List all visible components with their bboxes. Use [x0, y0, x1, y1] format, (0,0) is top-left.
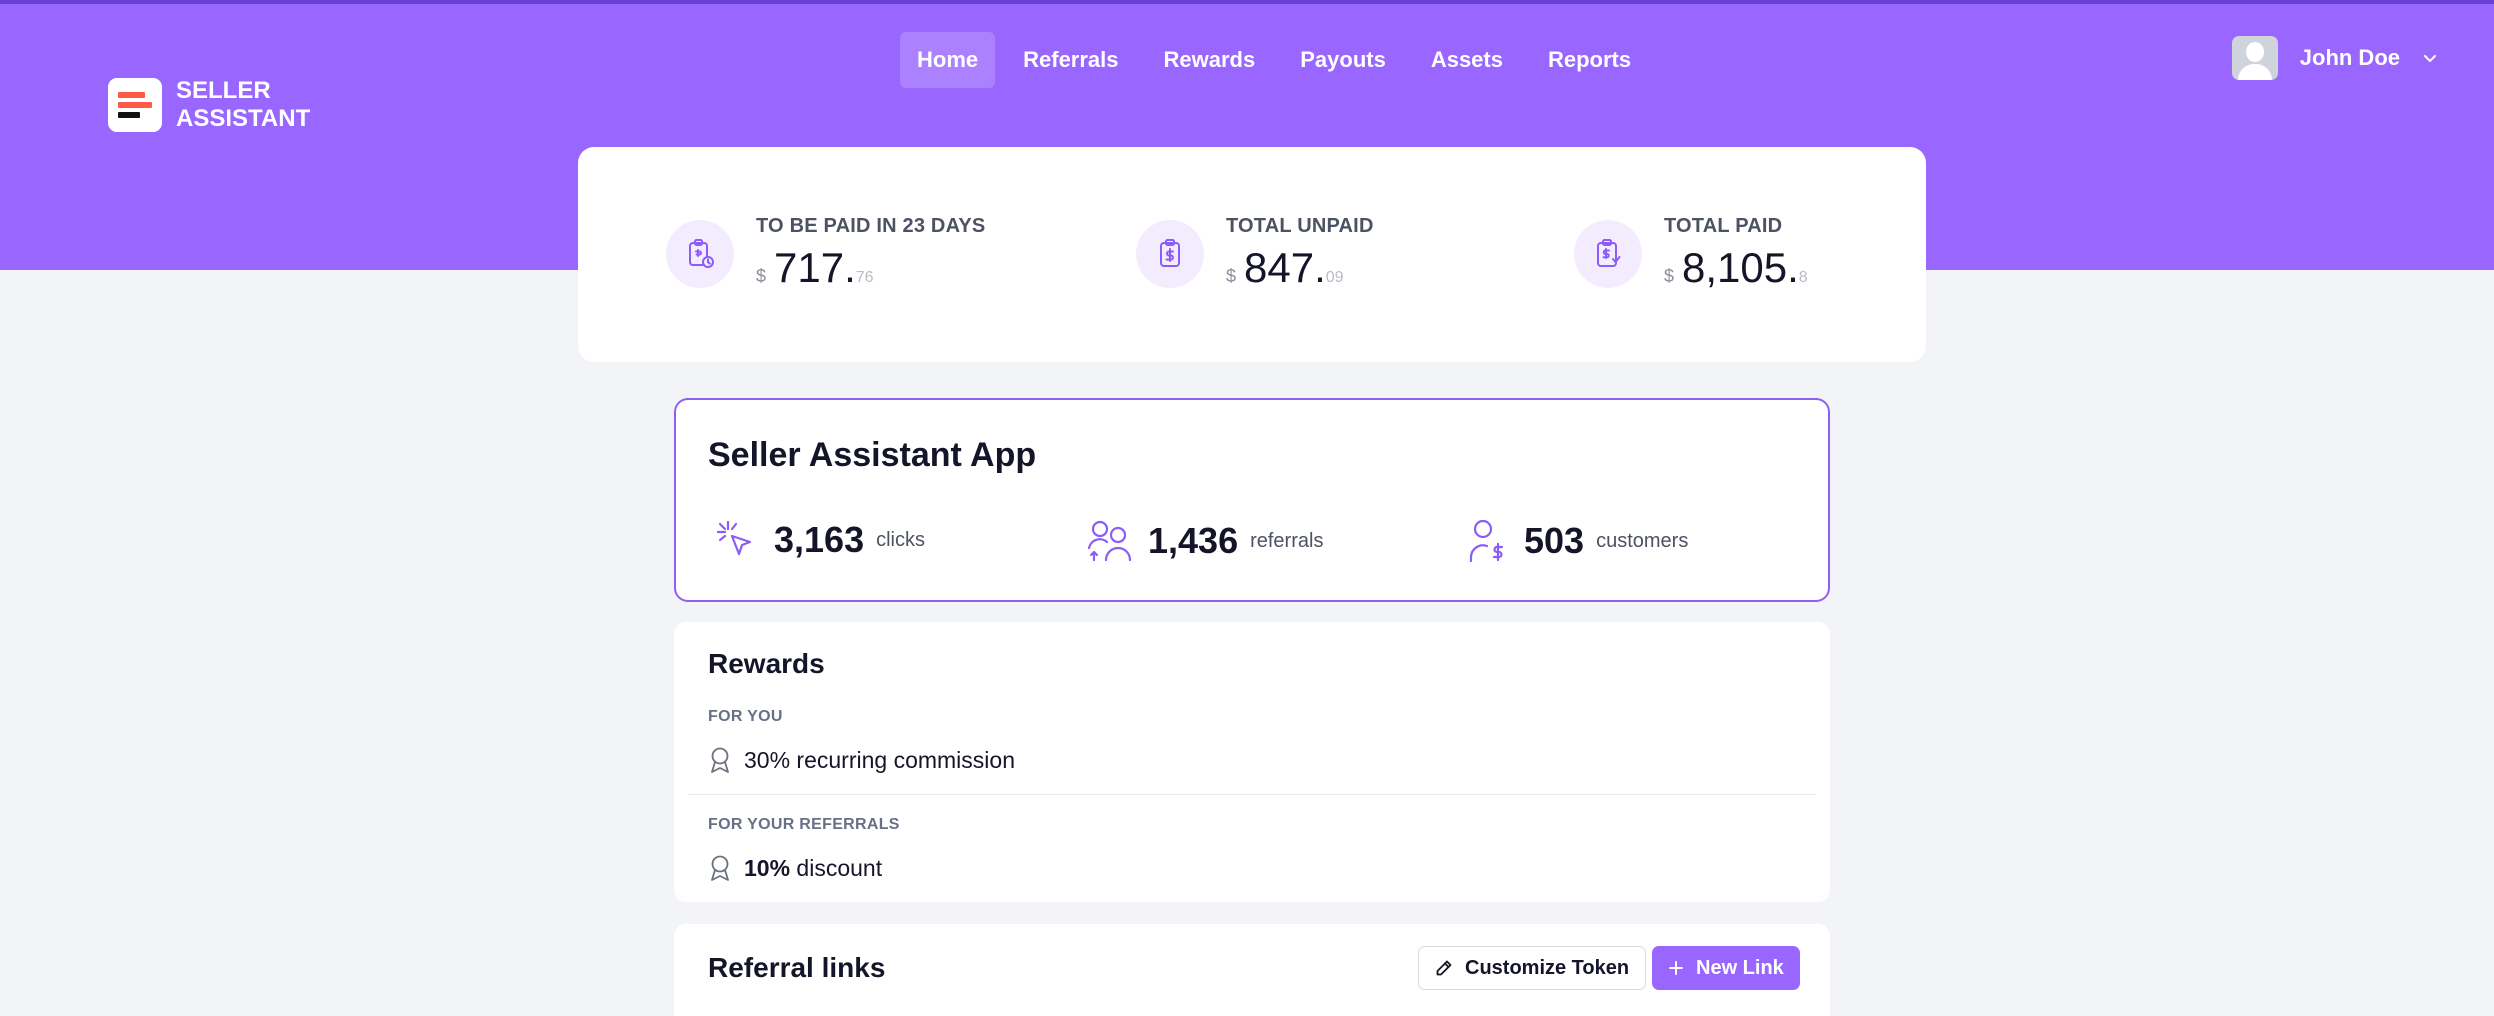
amount-cents: 09: [1325, 269, 1344, 286]
new-link-button[interactable]: New Link: [1652, 946, 1800, 990]
stat-label: TOTAL PAID: [1664, 215, 1783, 237]
currency-symbol: $: [756, 266, 767, 286]
award-icon: [711, 855, 729, 881]
cursor-click-icon: [716, 520, 752, 556]
stat-total-unpaid: TOTAL UNPAID $ 847 . 09: [1136, 215, 1374, 292]
stat-label: TOTAL UNPAID: [1226, 215, 1374, 237]
metric-label: clicks: [876, 528, 925, 551]
new-link-label: New Link: [1696, 956, 1784, 979]
metric-value: 3,163: [774, 519, 865, 560]
metric-referrals: 1,436 referrals: [1086, 518, 1323, 564]
stat-to-be-paid: TO BE PAID IN 23 DAYS $ 717 . 76: [666, 215, 985, 292]
brand-line-2: ASSISTANT: [176, 105, 311, 132]
currency-symbol: $: [1664, 266, 1675, 286]
nav-referrals[interactable]: Referrals: [1006, 32, 1135, 88]
stat-total-paid: TOTAL PAID $ 8,105 . 8: [1574, 215, 1808, 292]
user-dollar-icon: [1469, 519, 1504, 563]
metric-label: referrals: [1250, 529, 1324, 552]
logo-icon: [108, 78, 162, 132]
for-referrals-label: FOR YOUR REFERRALS: [708, 816, 900, 833]
metric-customers: 503 customers: [1468, 518, 1688, 564]
referral-links-title: Referral links: [708, 952, 886, 983]
stat-label: TO BE PAID IN 23 DAYS: [756, 215, 986, 237]
program-title: Seller Assistant App: [708, 436, 1037, 474]
metric-label: customers: [1596, 529, 1689, 552]
customize-token-button[interactable]: Customize Token: [1418, 946, 1647, 990]
main-nav: Home Referrals Rewards Payouts Assets Re…: [900, 32, 1659, 88]
divider: [688, 794, 1816, 795]
reward-for-you: 30% recurring commission: [708, 746, 1015, 774]
chevron-down-icon: [2424, 55, 2436, 62]
reward-percent: 10%: [744, 854, 791, 881]
nav-assets[interactable]: Assets: [1414, 32, 1520, 88]
reward-text: discount: [790, 854, 883, 881]
users-icon: [1087, 520, 1132, 562]
nav-reports[interactable]: Reports: [1531, 32, 1648, 88]
pencil-icon: [1436, 960, 1452, 976]
payout-summary-card: TO BE PAID IN 23 DAYS $ 717 . 76 TOTAL U…: [578, 147, 1926, 362]
rewards-card: Rewards FOR YOU 30% recurring commission…: [674, 622, 1830, 902]
clipboard-clock-icon: [666, 219, 734, 288]
user-name: John Doe: [2299, 45, 2400, 70]
rewards-title: Rewards: [708, 648, 825, 679]
amount-cents: 76: [855, 269, 874, 286]
brand-logo[interactable]: SELLER ASSISTANT: [108, 77, 310, 133]
amount-whole: 8,105: [1682, 244, 1788, 291]
customize-token-label: Customize Token: [1465, 956, 1630, 979]
currency-symbol: $: [1226, 266, 1237, 286]
avatar: [2231, 36, 2278, 80]
stat-value: $ 8,105 . 8: [1664, 244, 1808, 291]
referral-links-card: Referral links Customize Token New Link: [674, 924, 1830, 1016]
brand-line-1: SELLER: [176, 77, 271, 104]
stat-value: $ 717 . 76: [756, 244, 874, 291]
stat-value: $ 847 . 09: [1226, 244, 1344, 291]
amount-whole: 847: [1244, 244, 1315, 291]
brand-name: SELLER ASSISTANT: [176, 77, 310, 133]
reward-text: 30% recurring commission: [744, 746, 1015, 773]
reward-for-referrals: 10% discount: [708, 854, 882, 882]
nav-payouts[interactable]: Payouts: [1283, 32, 1403, 88]
program-card[interactable]: Seller Assistant App 3,163 clicks 1,436 …: [674, 398, 1830, 602]
user-menu[interactable]: John Doe: [2231, 36, 2438, 80]
nav-home[interactable]: Home: [900, 32, 996, 88]
amount-whole: 717: [774, 244, 845, 291]
award-icon: [711, 747, 729, 773]
nav-rewards[interactable]: Rewards: [1147, 32, 1273, 88]
clipboard-check-icon: [1574, 219, 1642, 288]
amount-cents: 8: [1798, 269, 1808, 286]
for-you-label: FOR YOU: [708, 708, 783, 725]
clipboard-dollar-icon: [1136, 219, 1204, 288]
metric-value: 1,436: [1148, 520, 1239, 561]
metric-value: 503: [1524, 520, 1585, 561]
plus-icon: [1669, 961, 1683, 975]
metric-clicks: 3,163 clicks: [714, 518, 925, 562]
